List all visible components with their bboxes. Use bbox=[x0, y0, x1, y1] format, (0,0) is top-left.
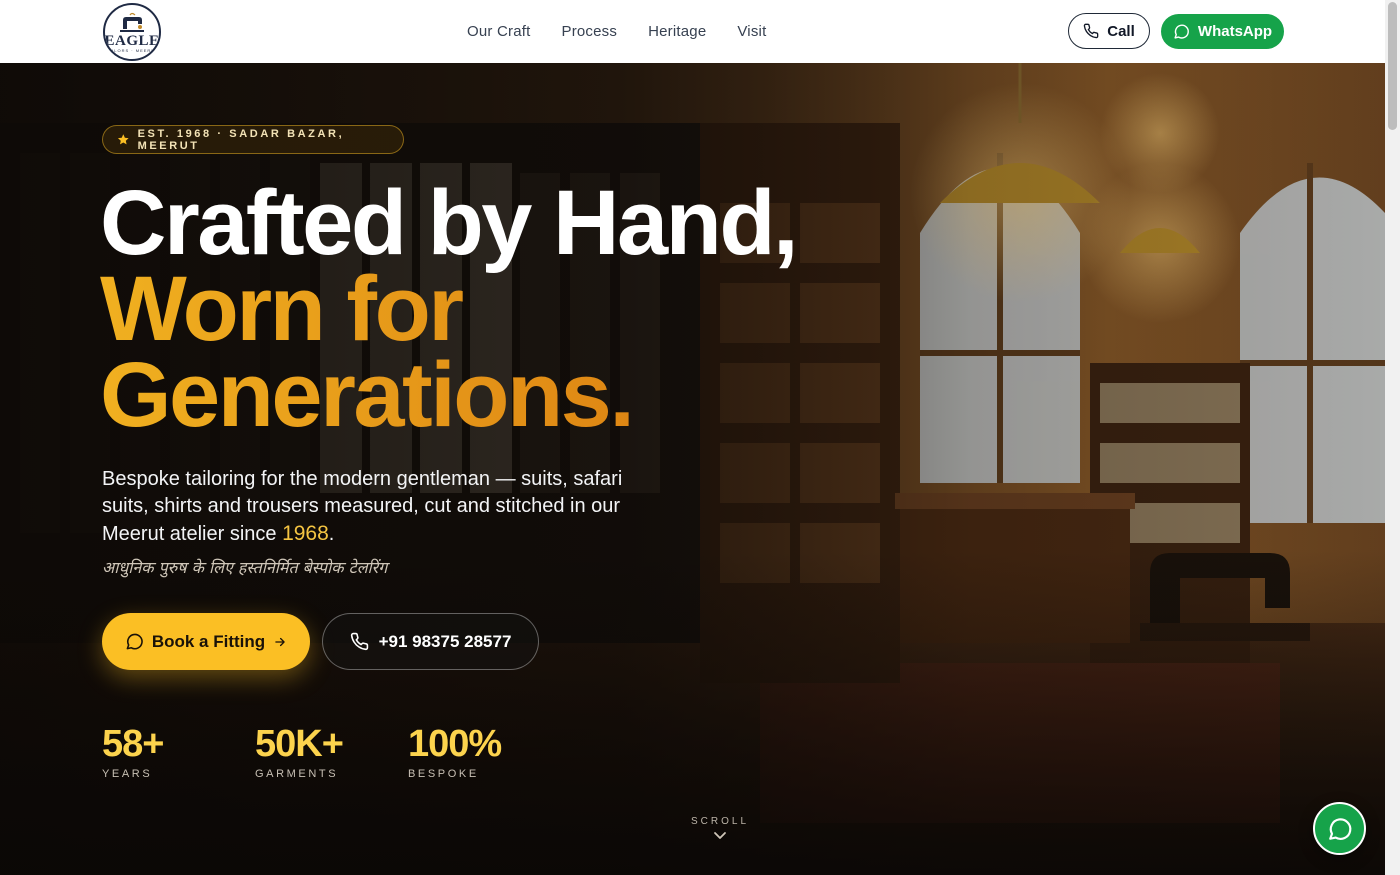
whatsapp-floating-button[interactable] bbox=[1313, 802, 1366, 855]
whatsapp-button[interactable]: WhatsApp bbox=[1161, 14, 1284, 49]
chevron-down-icon bbox=[714, 832, 726, 839]
chat-bubble-icon bbox=[126, 633, 143, 650]
logo-wordmark: EAGLE bbox=[104, 32, 160, 49]
scrollbar-thumb[interactable] bbox=[1388, 2, 1397, 130]
hero-title-line3: Generations. bbox=[100, 349, 796, 441]
book-fitting-label: Book a Fitting bbox=[151, 631, 266, 651]
sewing-machine-emblem-icon bbox=[120, 12, 144, 32]
hero-description: Bespoke tailoring for the modern gentlem… bbox=[102, 466, 662, 548]
hero-title-line2: Worn for bbox=[100, 263, 796, 355]
site-header: EAGLE TAILORS · MEERUT Our Craft Process… bbox=[0, 0, 1385, 63]
hindi-tagline: आधुनिक पुरुष के लिए हस्तनिर्मित बेस्पोक … bbox=[102, 558, 388, 577]
stat-label: YEARS bbox=[102, 768, 153, 780]
stat-value: 58+ bbox=[102, 723, 164, 765]
hero-description-year: 1968 bbox=[282, 522, 329, 545]
call-button[interactable]: Call bbox=[1068, 13, 1150, 49]
call-label: Call bbox=[1107, 22, 1135, 40]
established-badge: EST. 1968 · SADAR BAZAR, MEERUT bbox=[102, 125, 404, 154]
badge-text: EST. 1968 · SADAR BAZAR, MEERUT bbox=[137, 127, 345, 152]
star-icon bbox=[117, 134, 129, 145]
hero-description-end: . bbox=[328, 523, 335, 545]
chat-bubble-icon bbox=[1174, 24, 1189, 39]
book-fitting-button[interactable]: Book a Fitting bbox=[102, 613, 310, 670]
stat-garments: 50K+ GARMENTS bbox=[255, 722, 344, 780]
stat-bespoke: 100% BESPOKE bbox=[408, 722, 502, 780]
nav-our-craft[interactable]: Our Craft bbox=[467, 23, 530, 40]
arrow-right-icon bbox=[275, 637, 285, 646]
chat-bubble-icon bbox=[1328, 817, 1351, 840]
whatsapp-label: WhatsApp bbox=[1197, 23, 1273, 40]
main-nav: Our Craft Process Heritage Visit bbox=[467, 0, 797, 63]
logo-subtext: TAILORS · MEERUT bbox=[105, 47, 159, 53]
nav-visit[interactable]: Visit bbox=[737, 23, 766, 40]
scroll-label: SCROLL bbox=[690, 816, 749, 827]
hero-title: Crafted by Hand, Worn for Generations. bbox=[100, 172, 799, 441]
stat-value: 50K+ bbox=[255, 723, 344, 765]
phone-icon bbox=[350, 632, 368, 651]
hero-title-line1: Crafted by Hand, bbox=[100, 172, 799, 274]
scroll-indicator[interactable]: SCROLL bbox=[680, 816, 760, 846]
hero-description-text: Bespoke tailoring for the modern gentlem… bbox=[102, 468, 623, 545]
phone-number-button[interactable]: +91 98375 28577 bbox=[322, 613, 539, 670]
stat-value: 100% bbox=[408, 723, 502, 765]
nav-heritage[interactable]: Heritage bbox=[648, 23, 706, 40]
phone-number-label: +91 98375 28577 bbox=[378, 631, 512, 651]
phone-icon bbox=[1083, 23, 1099, 39]
stat-label: BESPOKE bbox=[408, 768, 479, 780]
stat-years: 58+ YEARS bbox=[102, 722, 164, 780]
page-scrollbar[interactable] bbox=[1385, 0, 1400, 875]
nav-process[interactable]: Process bbox=[561, 23, 617, 40]
eagle-logo[interactable]: EAGLE TAILORS · MEERUT bbox=[103, 3, 161, 61]
stat-label: GARMENTS bbox=[255, 768, 339, 780]
